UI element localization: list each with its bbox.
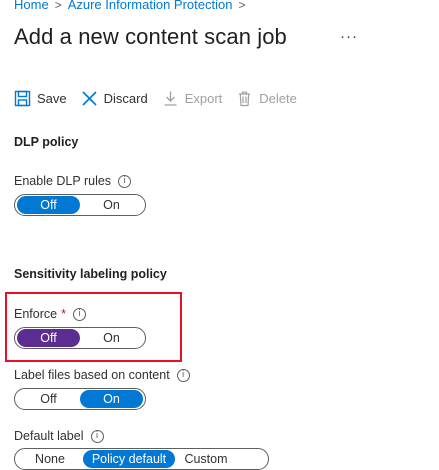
save-button[interactable]: Save bbox=[14, 90, 67, 107]
dlp-off-option[interactable]: Off bbox=[17, 196, 80, 214]
default-label-selector[interactable]: None Policy default Custom bbox=[14, 448, 269, 470]
save-label: Save bbox=[37, 90, 67, 106]
save-icon bbox=[14, 90, 31, 106]
default-label-label: Default label i bbox=[14, 429, 104, 443]
dlp-policy-heading: DLP policy bbox=[14, 135, 79, 149]
more-options-button[interactable]: ··· bbox=[340, 28, 358, 45]
default-label-none-option[interactable]: None bbox=[17, 450, 83, 468]
breadcrumb-home[interactable]: Home bbox=[14, 0, 49, 12]
label-files-based-on-content-label: Label files based on content i bbox=[14, 368, 190, 382]
info-icon[interactable]: i bbox=[90, 429, 104, 443]
enforce-on-option[interactable]: On bbox=[80, 329, 143, 347]
info-icon[interactable]: i bbox=[72, 307, 86, 321]
enforce-label: Enforce * i bbox=[14, 307, 86, 321]
label-files-based-on-content-text: Label files based on content bbox=[14, 368, 170, 382]
discard-label: Discard bbox=[103, 90, 148, 106]
enable-dlp-rules-label: Enable DLP rules i bbox=[14, 174, 132, 188]
discard-button[interactable]: Discard bbox=[81, 90, 148, 107]
breadcrumb-azure-information-protection[interactable]: Azure Information Protection bbox=[68, 0, 233, 12]
page-title: Add a new content scan job bbox=[14, 24, 287, 49]
label-files-off-option[interactable]: Off bbox=[17, 390, 80, 408]
close-icon bbox=[82, 90, 97, 106]
command-bar: Save Discard Export Delete bbox=[14, 86, 311, 110]
required-indicator: * bbox=[61, 307, 66, 321]
export-button[interactable]: Export bbox=[162, 90, 223, 107]
trash-icon bbox=[239, 91, 251, 106]
default-label-text: Default label bbox=[14, 429, 84, 443]
enforce-off-option[interactable]: Off bbox=[17, 329, 80, 347]
default-label-policy-default-option[interactable]: Policy default bbox=[83, 450, 175, 468]
enforce-text: Enforce bbox=[14, 307, 58, 321]
download-icon bbox=[164, 91, 177, 106]
breadcrumb-separator: > bbox=[54, 0, 62, 12]
info-icon[interactable]: i bbox=[118, 174, 132, 188]
delete-label: Delete bbox=[259, 90, 297, 106]
breadcrumb: Home > Azure Information Protection > bbox=[14, 0, 251, 12]
label-files-on-option[interactable]: On bbox=[80, 390, 143, 408]
dlp-on-option[interactable]: On bbox=[80, 196, 143, 214]
info-icon[interactable]: i bbox=[176, 368, 190, 382]
breadcrumb-separator: > bbox=[238, 0, 246, 12]
enforce-toggle[interactable]: Off On bbox=[14, 327, 146, 349]
label-files-toggle[interactable]: Off On bbox=[14, 388, 146, 410]
export-label: Export bbox=[184, 90, 223, 106]
default-label-custom-option[interactable]: Custom bbox=[175, 450, 237, 468]
enable-dlp-rules-toggle[interactable]: Off On bbox=[14, 194, 146, 216]
enable-dlp-rules-text: Enable DLP rules bbox=[14, 174, 112, 188]
sensitivity-labeling-policy-heading: Sensitivity labeling policy bbox=[14, 267, 167, 281]
delete-button[interactable]: Delete bbox=[236, 90, 297, 107]
